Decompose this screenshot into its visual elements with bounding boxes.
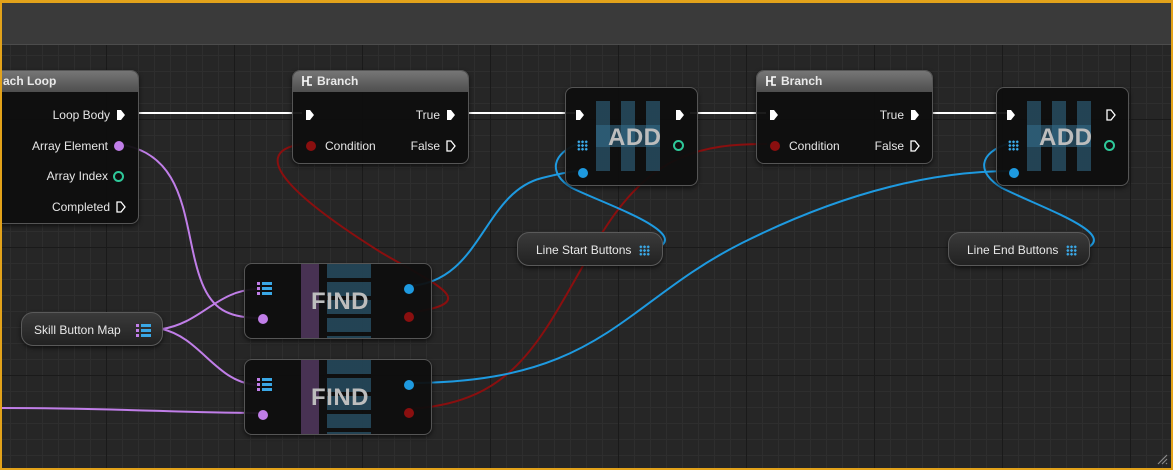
branch-2-title: Branch: [781, 74, 823, 88]
find-1-title: FIND: [311, 288, 369, 315]
branch-2-header: Branch: [757, 71, 932, 92]
loop-body-exec-pin[interactable]: [116, 109, 126, 121]
branch-2-false-label: False: [874, 139, 904, 153]
find-1-map-pin-icon[interactable]: [257, 282, 273, 295]
blueprint-graph-panel[interactable]: ach Loop Loop Body Array Element Array I…: [0, 0, 1173, 470]
find-2-title: FIND: [311, 384, 369, 411]
line-start-buttons-label: Line Start Buttons: [536, 243, 632, 257]
branch-node-1[interactable]: Branch Condition True False: [292, 70, 469, 164]
array-element-pin[interactable]: [114, 141, 124, 151]
for-each-loop-title: ach Loop: [3, 74, 57, 88]
add-2-array-pin-icon[interactable]: [1008, 140, 1019, 151]
array-index-label: Array Index: [46, 169, 108, 183]
loop-body-label: Loop Body: [52, 108, 110, 122]
branch-1-condition-pin[interactable]: [306, 141, 316, 151]
object-wire-offscreen-to-find2: [2, 407, 261, 414]
branch-icon: [302, 76, 312, 86]
branch-2-true-pin[interactable]: [910, 109, 920, 121]
line-end-buttons-label: Line End Buttons: [967, 243, 1059, 257]
completed-exec-pin[interactable]: [116, 201, 126, 213]
branch-1-false-label: False: [410, 139, 440, 153]
add-1-title: ADD: [608, 124, 662, 151]
for-each-loop-node[interactable]: ach Loop Loop Body Array Element Array I…: [2, 70, 139, 224]
branch-2-condition-label: Condition: [789, 139, 840, 153]
array-type-icon: [1066, 245, 1077, 256]
add-1-item-pin[interactable]: [578, 168, 588, 178]
branch-1-title: Branch: [317, 74, 359, 88]
branch-node-2[interactable]: Branch Condition True False: [756, 70, 933, 164]
add-node-2[interactable]: ADD: [996, 87, 1129, 186]
branch-1-exec-in-pin[interactable]: [305, 109, 315, 121]
array-type-icon: [639, 245, 650, 256]
add-1-array-pin-icon[interactable]: [577, 140, 588, 151]
add-2-index-out-pin[interactable]: [1104, 140, 1115, 151]
resize-grip-icon[interactable]: [1156, 453, 1168, 465]
find-2-key-pin[interactable]: [258, 410, 268, 420]
find-node-1[interactable]: FIND: [244, 263, 432, 339]
find-1-found-out-pin[interactable]: [404, 312, 414, 322]
add-1-exec-in-pin[interactable]: [575, 109, 585, 121]
find-2-found-out-pin[interactable]: [404, 408, 414, 418]
branch-2-condition-pin[interactable]: [770, 141, 780, 151]
branch-1-condition-label: Condition: [325, 139, 376, 153]
add-1-index-out-pin[interactable]: [673, 140, 684, 151]
array-wire-find1-to-add1: [407, 170, 581, 287]
add-2-title: ADD: [1039, 124, 1093, 151]
branch-1-true-label: True: [415, 108, 440, 122]
add-2-exec-out-pin[interactable]: [1106, 109, 1116, 121]
add-1-exec-out-pin[interactable]: [675, 109, 685, 121]
find-1-value-out-pin[interactable]: [404, 284, 414, 294]
add-node-1[interactable]: ADD: [565, 87, 698, 186]
branch-1-header: Branch: [293, 71, 468, 92]
find-1-key-pin[interactable]: [258, 314, 268, 324]
find-node-2[interactable]: FIND: [244, 359, 432, 435]
find-2-value-out-pin[interactable]: [404, 380, 414, 390]
array-wire-find2-to-add2: [407, 170, 1013, 384]
line-start-buttons-variable[interactable]: Line Start Buttons: [517, 232, 663, 266]
branch-2-exec-in-pin[interactable]: [769, 109, 779, 121]
branch-1-true-pin[interactable]: [446, 109, 456, 121]
add-2-exec-in-pin[interactable]: [1006, 109, 1016, 121]
find-2-map-pin-icon[interactable]: [257, 378, 273, 391]
branch-1-false-pin[interactable]: [446, 140, 456, 152]
branch-2-false-pin[interactable]: [910, 140, 920, 152]
skill-button-map-label: Skill Button Map: [34, 323, 121, 337]
line-end-buttons-variable[interactable]: Line End Buttons: [948, 232, 1090, 266]
array-index-pin[interactable]: [113, 171, 124, 182]
map-type-icon: [136, 324, 151, 337]
skill-button-map-variable[interactable]: Skill Button Map: [21, 312, 163, 346]
for-each-loop-header: ach Loop: [2, 71, 138, 92]
add-2-item-pin[interactable]: [1009, 168, 1019, 178]
completed-label: Completed: [51, 200, 110, 214]
branch-2-true-label: True: [879, 108, 904, 122]
branch-icon: [766, 76, 776, 86]
array-element-label: Array Element: [31, 139, 108, 153]
